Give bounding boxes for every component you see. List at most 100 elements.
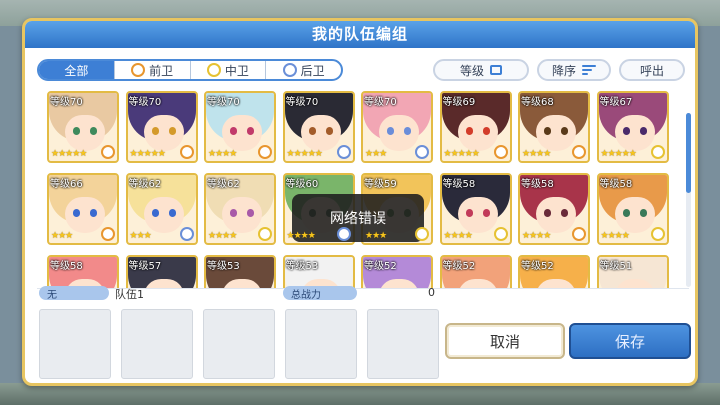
sort-select-icon (490, 65, 502, 75)
tab-front[interactable]: 前卫 (113, 61, 190, 79)
sort-by-label: 等级 (459, 63, 484, 78)
star-rating-icon: ★★★ (129, 231, 152, 241)
sort-by-button[interactable]: 等级 (433, 59, 529, 81)
mid-role-icon (258, 227, 272, 241)
back-role-icon (415, 145, 429, 159)
character-card[interactable]: 等级53★★★ (282, 255, 355, 288)
character-card[interactable]: 等级53★★★ (204, 255, 276, 288)
character-level: 等级70 (364, 97, 397, 108)
star-rating-icon: ★★★★ (443, 231, 473, 241)
front-role-icon (572, 145, 586, 159)
tab-middle-label: 中卫 (224, 63, 249, 78)
character-level: 等级58 (442, 179, 476, 190)
character-card[interactable]: 等级62 ★★★★ (204, 173, 276, 245)
call-out-label: 呼出 (639, 63, 664, 78)
character-level: 等级62 (128, 179, 162, 190)
call-out-button[interactable]: 呼出 (619, 59, 685, 81)
character-card[interactable]: 等级69 ★★★★★ (439, 91, 512, 163)
character-card[interactable]: 等级52★★★ (439, 255, 512, 288)
tab-middle[interactable]: 中卫 (189, 61, 266, 79)
character-card[interactable]: 等级67 ★★★★★ (596, 91, 669, 163)
character-level: 等级58 (50, 261, 83, 272)
tab-all[interactable]: 全部 (39, 61, 114, 79)
character-grid: 等级70 ★★★★★ 等级70 ★★★★★ 等级70 ★★★★ 等级70 ★★★★★ 等级70 ★… (37, 89, 689, 289)
order-label: 降序 (551, 63, 576, 78)
party-slot-3[interactable] (203, 309, 275, 379)
character-card[interactable]: 等级70 ★★★★ (204, 91, 276, 163)
cancel-button[interactable]: 取消 (445, 323, 565, 359)
character-level: 等级66 (50, 179, 83, 190)
tab-all-label: 全部 (64, 63, 89, 78)
character-level: 等级52 (442, 261, 476, 272)
team-name: 队伍1 (115, 288, 144, 301)
front-role-icon (179, 145, 194, 159)
star-rating-icon: ★★★★ (600, 231, 630, 241)
front-role-icon (572, 227, 586, 241)
front-role-icon (131, 63, 146, 77)
tab-back-label: 后卫 (300, 63, 325, 78)
grid-scroll-thumb[interactable] (686, 113, 691, 193)
character-level: 等级70 (128, 97, 162, 108)
character-card[interactable]: 等级58 ★★★★ (596, 173, 669, 245)
front-role-icon (101, 227, 115, 241)
character-level: 等级67 (599, 97, 633, 108)
character-card[interactable]: 等级52★★★ (361, 255, 433, 288)
character-level: 等级70 (285, 97, 319, 108)
character-card[interactable]: 等级68 ★★★★ (518, 91, 590, 163)
character-card[interactable]: 等级52★★★ (518, 255, 590, 288)
character-level: 等级70 (207, 97, 240, 108)
star-rating-icon: ★★★★ (522, 231, 551, 241)
star-rating-icon: ★★★★★ (286, 149, 323, 159)
background-game-footer (0, 383, 720, 405)
character-level: 等级58 (521, 179, 554, 190)
character-card[interactable]: 等级58 ★★★★ (518, 173, 590, 245)
front-role-icon (493, 145, 508, 159)
front-role-icon (258, 145, 272, 159)
party-slot-1[interactable] (39, 309, 111, 379)
mid-role-icon (650, 227, 665, 241)
save-button[interactable]: 保存 (569, 323, 691, 359)
star-rating-icon: ★★★★ (286, 231, 316, 241)
character-card[interactable]: 等级70 ★★★ (361, 91, 433, 163)
tab-back[interactable]: 后卫 (265, 61, 341, 79)
back-role-icon (336, 227, 351, 241)
slot-status-text: 无 (47, 289, 57, 301)
character-card[interactable]: 等级62 ★★★ (125, 173, 198, 245)
character-card[interactable]: 等级58★★★ (47, 255, 119, 288)
middle-role-icon (206, 63, 221, 77)
party-slot-5[interactable] (367, 309, 439, 379)
back-role-icon (282, 63, 297, 77)
star-rating-icon: ★★★★ (208, 231, 237, 241)
star-rating-icon: ★★★★★ (600, 149, 637, 159)
party-slot-2[interactable] (121, 309, 193, 379)
character-level: 等级57 (128, 261, 162, 272)
tab-front-label: 前卫 (149, 63, 174, 78)
character-level: 等级51 (599, 261, 633, 272)
character-card[interactable]: 等级70 ★★★★★ (125, 91, 198, 163)
character-level: 等级53 (207, 261, 240, 272)
dialog-title: 我的队伍编组 (25, 21, 695, 48)
star-rating-icon: ★★★★★ (443, 149, 480, 159)
slot-status-label: 无 (39, 286, 109, 301)
order-button[interactable]: 降序 (537, 59, 611, 81)
back-role-icon (336, 145, 351, 159)
character-level: 等级69 (442, 97, 476, 108)
character-card[interactable]: 等级70 ★★★★★ (47, 91, 119, 163)
save-label: 保存 (614, 332, 645, 351)
character-card[interactable]: 等级58 ★★★★ (439, 173, 512, 245)
character-card[interactable]: 等级66 ★★★ (47, 173, 119, 245)
mid-role-icon (493, 227, 508, 241)
mid-role-icon (650, 145, 665, 159)
character-level: 等级52 (364, 261, 397, 272)
character-card[interactable]: 等级70 ★★★★★ (282, 91, 355, 163)
character-card[interactable]: 等级57★★★ (125, 255, 198, 288)
grid-scrollbar[interactable] (686, 113, 691, 287)
role-filter-tabs: 全部 前卫 中卫 后卫 (37, 59, 343, 81)
front-role-icon (101, 145, 115, 159)
character-level: 等级68 (521, 97, 554, 108)
character-level: 等级59 (364, 179, 397, 190)
character-card[interactable]: 等级51★★★ (596, 255, 669, 288)
party-slot-4[interactable] (285, 309, 357, 379)
star-rating-icon: ★★★★★ (129, 149, 166, 159)
toast-message: 网络错误 (330, 211, 386, 227)
